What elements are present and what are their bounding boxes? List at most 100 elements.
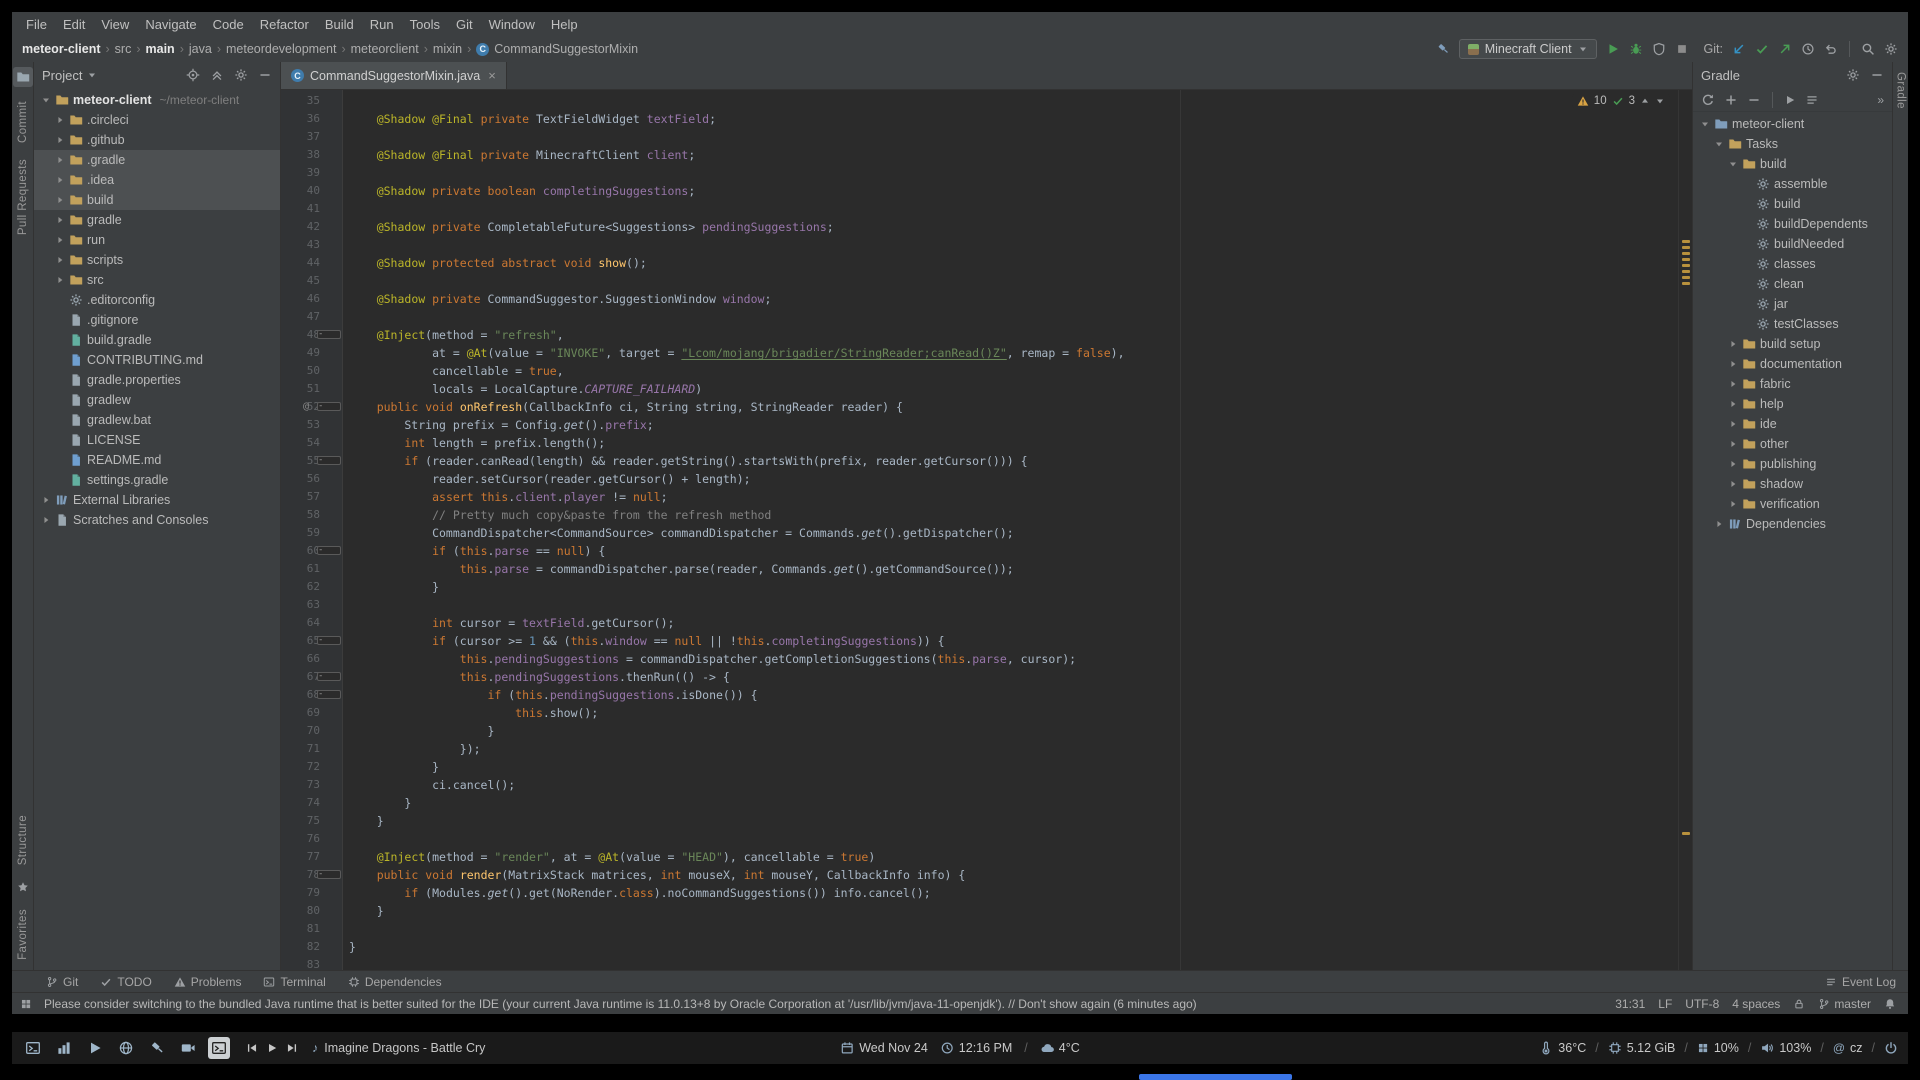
menu-item-code[interactable]: Code <box>205 14 252 35</box>
gutter-line-36[interactable]: 36 <box>281 110 342 128</box>
gutter-line-35[interactable]: 35 <box>281 92 342 110</box>
toolwindow-switcher-icon[interactable] <box>20 998 32 1010</box>
menu-item-edit[interactable]: Edit <box>55 14 93 35</box>
toolwindow-button-todo[interactable]: TODO <box>100 975 151 989</box>
gutter-line-70[interactable]: 70 <box>281 722 342 740</box>
code-line[interactable]: @Inject(method = "render", at = @At(valu… <box>349 848 1678 866</box>
code-line[interactable]: @Inject(method = "refresh", <box>349 326 1678 344</box>
gutter-line-78[interactable]: 78 <box>281 866 342 884</box>
gradle-run-task-button[interactable] <box>1784 94 1796 106</box>
project-tree-item-contributing-md[interactable]: CONTRIBUTING.md <box>34 350 280 370</box>
gutter-line-55[interactable]: 55 <box>281 452 342 470</box>
code-line[interactable]: ci.cancel(); <box>349 776 1678 794</box>
gradle-tree-item-fabric[interactable]: fabric <box>1693 374 1892 394</box>
gradle-tree-item-clean[interactable]: clean <box>1693 274 1892 294</box>
code-line[interactable] <box>349 308 1678 326</box>
breadcrumb-item-meteorclient[interactable]: meteorclient <box>351 42 419 56</box>
code-line[interactable]: int length = prefix.length(); <box>349 434 1678 452</box>
chevron-right-icon[interactable] <box>1727 339 1738 350</box>
gradle-tree-item-buildneeded[interactable]: buildNeeded <box>1693 234 1892 254</box>
fold-marker-icon[interactable] <box>317 690 341 699</box>
gutter-line-82[interactable]: 82 <box>281 938 342 956</box>
code-line[interactable] <box>349 272 1678 290</box>
gradle-tree-item-dependencies[interactable]: Dependencies <box>1693 514 1892 534</box>
code-line[interactable] <box>349 920 1678 938</box>
locate-file-button[interactable] <box>186 68 200 82</box>
project-tree-item-license[interactable]: LICENSE <box>34 430 280 450</box>
gradle-tree-item-classes[interactable]: classes <box>1693 254 1892 274</box>
cpu-widget[interactable]: 10% <box>1697 1041 1739 1055</box>
code-line[interactable]: @Shadow @Final private TextFieldWidget t… <box>349 110 1678 128</box>
menu-item-window[interactable]: Window <box>481 14 543 35</box>
breadcrumb-item-src[interactable]: src <box>115 42 132 56</box>
code-line[interactable]: this.pendingSuggestions = commandDispatc… <box>349 650 1678 668</box>
chevron-right-icon[interactable] <box>1727 439 1738 450</box>
code-line[interactable]: } <box>349 794 1678 812</box>
menu-item-help[interactable]: Help <box>543 14 586 35</box>
tab-close-icon[interactable] <box>488 68 496 83</box>
project-tree-item-gradle[interactable]: .gradle <box>34 150 280 170</box>
gutter-line-46[interactable]: 46 <box>281 290 342 308</box>
readonly-lock[interactable] <box>1793 998 1805 1010</box>
project-tree-item-build-gradle[interactable]: build.gradle <box>34 330 280 350</box>
chevron-right-icon[interactable] <box>54 235 65 246</box>
chevron-down-icon[interactable] <box>1699 119 1710 130</box>
breadcrumb-item-meteor-client[interactable]: meteor-client <box>22 42 101 56</box>
media-prev-button[interactable] <box>246 1042 258 1054</box>
gutter-line-41[interactable]: 41 <box>281 200 342 218</box>
keyboard-layout-widget[interactable]: cz <box>1833 1041 1863 1055</box>
gradle-tree-item-publishing[interactable]: publishing <box>1693 454 1892 474</box>
build-hammer-icon[interactable] <box>1436 42 1450 56</box>
code-line[interactable]: @Shadow private CompletableFuture<Sugges… <box>349 218 1678 236</box>
code-line[interactable]: this.parse = commandDispatcher.parse(rea… <box>349 560 1678 578</box>
gutter-line-71[interactable]: 71 <box>281 740 342 758</box>
gutter-line-67[interactable]: 67 <box>281 668 342 686</box>
chevron-right-icon[interactable] <box>1727 419 1738 430</box>
gradle-tree-item-tasks[interactable]: Tasks <box>1693 134 1892 154</box>
hide-project-panel-button[interactable] <box>258 68 272 82</box>
coverage-button[interactable] <box>1652 42 1666 56</box>
gradle-detach-button[interactable] <box>1747 93 1761 107</box>
launcher-tools[interactable] <box>146 1037 168 1059</box>
chevron-right-icon[interactable] <box>1727 359 1738 370</box>
gutter-line-44[interactable]: 44 <box>281 254 342 272</box>
cpu-temp-widget[interactable]: 36°C <box>1539 1041 1586 1055</box>
launcher-browser[interactable] <box>115 1037 137 1059</box>
menu-item-navigate[interactable]: Navigate <box>137 14 204 35</box>
toolwindow-button-git[interactable]: Git <box>46 975 78 989</box>
toolwindow-button-commit[interactable]: Commit <box>17 101 29 143</box>
project-tree-item-gradle-properties[interactable]: gradle.properties <box>34 370 280 390</box>
git-push-button[interactable] <box>1778 42 1792 56</box>
gutter-line-47[interactable]: 47 <box>281 308 342 326</box>
code-line[interactable] <box>349 956 1678 970</box>
gutter-line-77[interactable]: 77 <box>281 848 342 866</box>
gutter-line-75[interactable]: 75 <box>281 812 342 830</box>
gutter-line-72[interactable]: 72 <box>281 758 342 776</box>
code-line[interactable] <box>349 200 1678 218</box>
project-tree-item-circleci[interactable]: .circleci <box>34 110 280 130</box>
fold-marker-icon[interactable] <box>317 672 341 681</box>
gutter-line-37[interactable]: 37 <box>281 128 342 146</box>
gradle-tree-item-shadow[interactable]: shadow <box>1693 474 1892 494</box>
gutter-line-49[interactable]: 49 <box>281 344 342 362</box>
gradle-tree-item-jar[interactable]: jar <box>1693 294 1892 314</box>
caret-position[interactable]: 31:31 <box>1615 997 1645 1011</box>
editor-tab-active[interactable]: CommandSuggestorMixin.java <box>281 62 507 89</box>
code-line[interactable]: this.show(); <box>349 704 1678 722</box>
gradle-tree-item-ide[interactable]: ide <box>1693 414 1892 434</box>
gutter-line-40[interactable]: 40 <box>281 182 342 200</box>
code-line[interactable]: @Shadow protected abstract void show(); <box>349 254 1678 272</box>
gutter-line-80[interactable]: 80 <box>281 902 342 920</box>
code-line[interactable]: if (Modules.get().get(NoRender.class).no… <box>349 884 1678 902</box>
code-line[interactable]: public void render(MatrixStack matrices,… <box>349 866 1678 884</box>
gutter-line-56[interactable]: 56 <box>281 470 342 488</box>
chevron-right-icon[interactable] <box>54 135 65 146</box>
chevron-right-icon[interactable] <box>1727 459 1738 470</box>
gutter-line-74[interactable]: 74 <box>281 794 342 812</box>
code-line[interactable]: reader.setCursor(reader.getCursor() + le… <box>349 470 1678 488</box>
gutter-line-57[interactable]: 57 <box>281 488 342 506</box>
gutter-line-42[interactable]: 42 <box>281 218 342 236</box>
project-view-selector[interactable]: Project <box>42 68 97 83</box>
fold-marker-icon[interactable] <box>317 456 341 465</box>
project-tree-item-build[interactable]: build <box>34 190 280 210</box>
